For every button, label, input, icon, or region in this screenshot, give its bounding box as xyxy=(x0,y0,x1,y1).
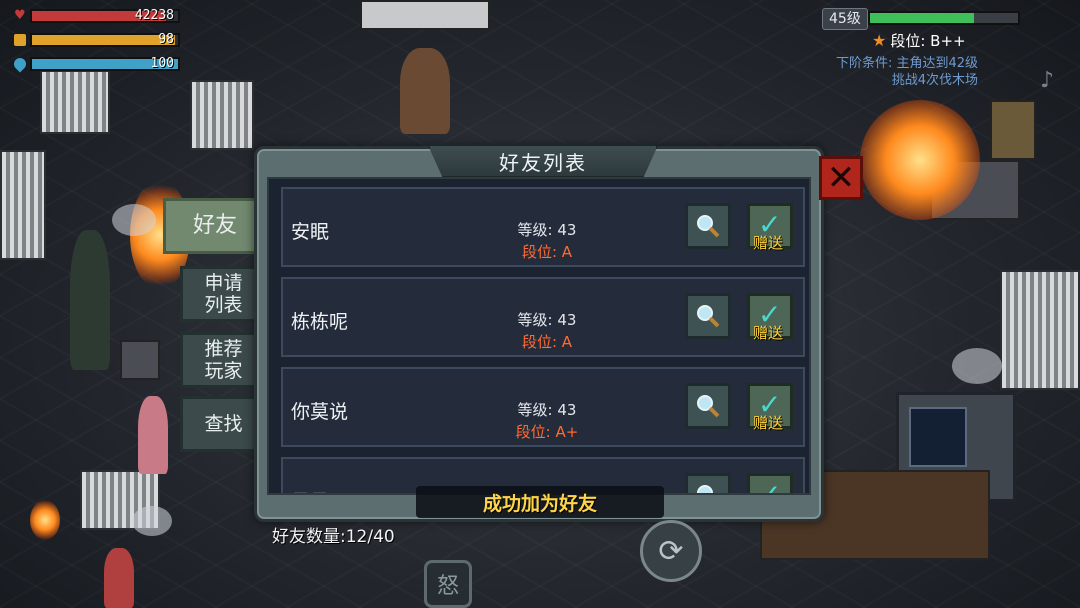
view-profile-button[interactable] xyxy=(685,473,731,493)
hp-bar: 42238 xyxy=(30,8,180,23)
machine xyxy=(360,0,490,30)
tab-search[interactable]: 查找 xyxy=(180,396,264,452)
friend-count: 好友数量:12/40 xyxy=(272,527,395,547)
emote-button[interactable]: 怒 xyxy=(424,560,472,608)
friend-level: 等级: 43 xyxy=(517,401,577,419)
view-profile-button[interactable] xyxy=(685,203,731,249)
chat-bubble-icon[interactable] xyxy=(952,348,1002,384)
friend-rank: 段位: A xyxy=(521,243,573,261)
tab-label: 推荐 玩家 xyxy=(204,338,243,382)
view-profile-button[interactable] xyxy=(685,383,731,429)
player-level-badge: 45级 xyxy=(822,8,868,30)
friend-name: 昊昊 xyxy=(291,487,329,493)
crate xyxy=(120,340,160,380)
star-icon: ★ xyxy=(872,31,887,50)
tab-label: 申请 列表 xyxy=(204,272,243,316)
panel-title-plate: 好友列表 xyxy=(427,143,659,179)
friend-name: 你莫说 xyxy=(291,401,349,423)
gift-label: 赠送 xyxy=(753,234,784,252)
swap-icon: ⟳ xyxy=(658,533,684,569)
friends-list-panel: 好友列表 安眠 等级: 43 段位: A ✓ 赠送 栋栋呢 等级: 43 段位:… xyxy=(254,143,824,522)
storage-cabinet xyxy=(0,150,46,260)
close-button[interactable]: ✕ xyxy=(819,156,863,200)
hp-stat: ♥ 42238 xyxy=(14,8,180,24)
storage-cabinet xyxy=(1000,270,1080,390)
water-drop-icon xyxy=(11,55,29,73)
toast-message: 成功加为好友 xyxy=(416,486,664,518)
storage-cabinet xyxy=(40,70,110,134)
npc-soldier[interactable] xyxy=(70,230,110,370)
food-stat: 98 xyxy=(14,32,180,48)
npc-child[interactable] xyxy=(104,548,134,608)
anger-emote-icon: 怒 xyxy=(436,574,459,599)
friend-level: 等级: 43 xyxy=(517,311,577,329)
panel-title: 好友列表 xyxy=(499,150,587,175)
gramophone-icon xyxy=(990,100,1036,160)
hp-value: 42238 xyxy=(134,8,174,23)
magnifier-icon xyxy=(697,215,720,238)
magnifier-icon xyxy=(697,305,720,328)
fire-effect xyxy=(860,100,980,220)
gift-button[interactable]: ✓ 赠送 xyxy=(747,293,793,342)
tab-label: 查找 xyxy=(204,413,243,435)
friend-name: 安眠 xyxy=(291,221,330,243)
chat-bubble-icon[interactable] xyxy=(132,506,172,536)
storage-cabinet xyxy=(190,80,254,150)
check-icon: ✓ xyxy=(758,478,782,495)
view-profile-button[interactable] xyxy=(685,293,731,339)
friend-rank: 段位: A+ xyxy=(515,423,579,441)
magnifier-icon xyxy=(697,485,713,493)
npc-girl[interactable] xyxy=(138,396,168,474)
tab-friends[interactable]: 好友 xyxy=(163,198,264,254)
tab-requests[interactable]: 申请 列表 xyxy=(180,266,264,322)
food-bar-fill xyxy=(32,35,176,45)
gift-button[interactable]: ✓ 赠送 xyxy=(747,383,793,432)
food-bar: 98 xyxy=(30,32,180,47)
friend-rank: 段位: A xyxy=(521,333,573,351)
friend-row: 你莫说 等级: 43 段位: A+ ✓ 赠送 xyxy=(281,367,805,447)
music-note-icon[interactable]: ♪ xyxy=(1040,68,1054,93)
water-stat: 100 xyxy=(11,55,180,73)
xp-bar-fill xyxy=(870,13,974,23)
chat-bubble-icon[interactable] xyxy=(112,204,156,236)
friend-row: 安眠 等级: 43 段位: A ✓ 赠送 xyxy=(281,187,805,267)
gift-label: 赠送 xyxy=(753,324,784,342)
friend-name: 栋栋呢 xyxy=(291,311,349,333)
tab-label: 好友 xyxy=(192,213,237,238)
tab-recommended[interactable]: 推荐 玩家 xyxy=(180,332,264,388)
player-character[interactable] xyxy=(400,48,450,134)
water-bar: 100 xyxy=(30,56,180,71)
next-rank-condition: 挑战4次伐木场 xyxy=(891,73,978,88)
friend-level: 等级: 43 xyxy=(517,221,577,239)
water-value: 100 xyxy=(150,56,174,71)
close-x-icon: ✕ xyxy=(826,158,856,198)
heart-icon: ♥ xyxy=(14,8,26,23)
magnifier-icon xyxy=(697,395,720,418)
rank-text: 段位: B++ xyxy=(890,32,966,50)
friend-row: 栋栋呢 等级: 43 段位: A ✓ 赠送 xyxy=(281,277,805,357)
food-value: 98 xyxy=(158,32,174,47)
friends-list[interactable]: 安眠 等级: 43 段位: A ✓ 赠送 栋栋呢 等级: 43 段位: A ✓ … xyxy=(267,177,811,495)
gift-button[interactable]: ✓ 赠送 xyxy=(747,203,793,252)
gift-button[interactable]: ✓ xyxy=(747,473,793,495)
gift-label: 赠送 xyxy=(753,414,784,432)
candle-flame xyxy=(30,500,60,540)
console-screen xyxy=(909,407,967,467)
rank-display[interactable]: ★ 段位: B++ xyxy=(872,30,966,51)
food-icon xyxy=(14,34,26,46)
swap-weapon-button[interactable]: ⟳ xyxy=(640,520,702,582)
xp-bar xyxy=(868,11,1020,25)
